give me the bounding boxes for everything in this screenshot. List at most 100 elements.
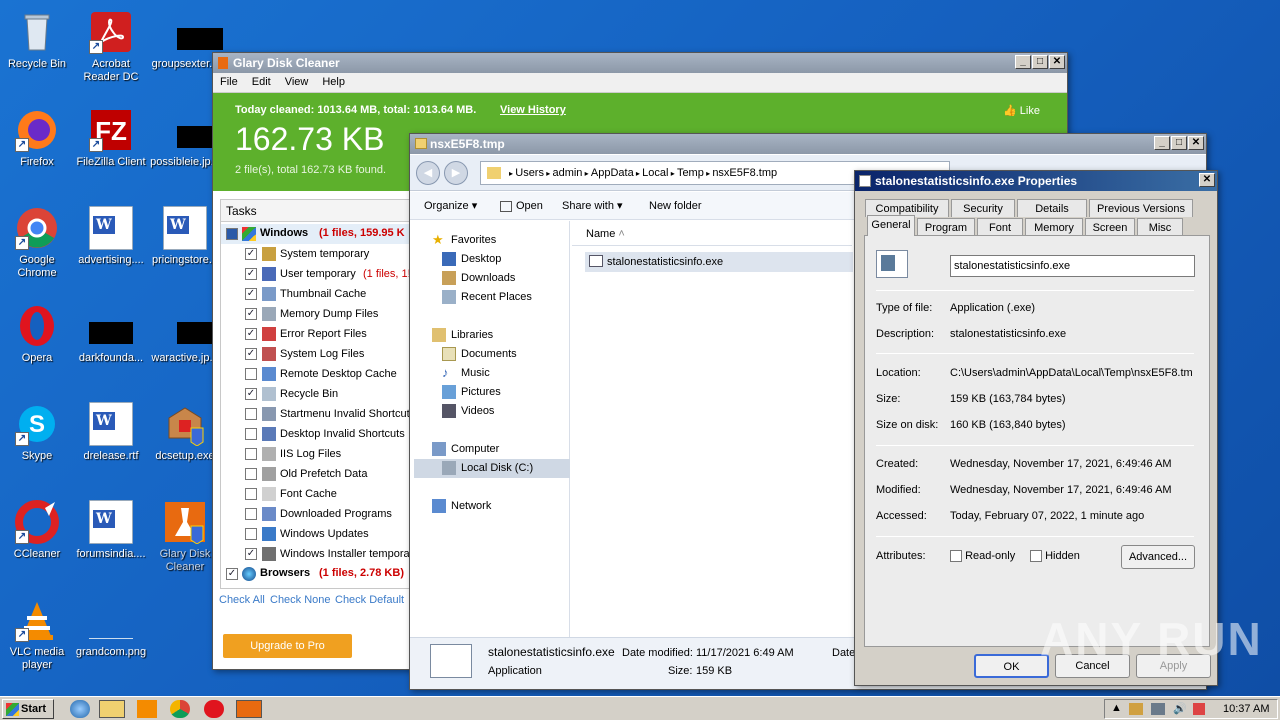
- filename-field[interactable]: stalonestatisticsinfo.exe: [950, 255, 1195, 277]
- task-checkbox[interactable]: [245, 408, 257, 420]
- browsers-group-row[interactable]: ✓ Browsers (1 files, 2.78 KB): [221, 564, 409, 584]
- task-checkbox[interactable]: [245, 528, 257, 540]
- task-checkbox[interactable]: ✓: [245, 328, 257, 340]
- breadcrumb-separator-icon[interactable]: ▸: [582, 169, 590, 178]
- nav-favorites[interactable]: ★ Favorites: [432, 231, 496, 250]
- nav-music[interactable]: ♪ Music: [442, 364, 490, 383]
- tab-general[interactable]: General: [867, 215, 915, 236]
- share-with-button[interactable]: Share with ▾: [562, 192, 623, 220]
- nav-downloads[interactable]: Downloads: [442, 269, 515, 288]
- properties-title-bar[interactable]: stalonestatisticsinfo.exe Properties ✕: [855, 171, 1217, 191]
- tab-screen[interactable]: Screen: [1085, 218, 1135, 236]
- glary-taskbar-icon[interactable]: [236, 700, 262, 718]
- nav-videos[interactable]: Videos: [442, 402, 494, 421]
- breadcrumb-separator-icon[interactable]: ▸: [634, 169, 642, 178]
- task-checkbox[interactable]: ✓: [245, 388, 257, 400]
- action-center-icon[interactable]: [1129, 703, 1143, 715]
- desktop-icon-firefox[interactable]: ↗ Firefox: [0, 102, 74, 192]
- desktop-icon-vlc[interactable]: ↗ VLC media player: [0, 592, 74, 682]
- tab-misc[interactable]: Misc: [1137, 218, 1183, 236]
- volume-icon[interactable]: 🔊: [1173, 702, 1187, 715]
- desktop-icon-pricingstore[interactable]: pricingstore...: [148, 200, 222, 290]
- check-default-link[interactable]: Check Default: [335, 594, 404, 606]
- organize-button[interactable]: Organize ▾: [424, 192, 477, 220]
- task-checkbox[interactable]: ✓: [245, 248, 257, 260]
- menu-file[interactable]: File: [213, 73, 245, 91]
- tab-memory[interactable]: Memory: [1025, 218, 1083, 236]
- task-checkbox[interactable]: [245, 368, 257, 380]
- desktop-icon-grandcom[interactable]: grandcom.png: [74, 592, 148, 682]
- like-button[interactable]: 👍 Like: [1003, 104, 1040, 117]
- nav-network[interactable]: Network: [432, 497, 491, 516]
- close-button[interactable]: ✕: [1049, 55, 1065, 69]
- nav-libraries[interactable]: Libraries: [432, 326, 493, 345]
- desktop-icon-darkfounda[interactable]: darkfounda...: [74, 298, 148, 388]
- menu-help[interactable]: Help: [315, 73, 352, 91]
- browsers-group-checkbox[interactable]: ✓: [226, 568, 238, 580]
- file-row[interactable]: stalonestatisticsinfo.exe: [585, 252, 853, 272]
- new-folder-button[interactable]: New folder: [649, 192, 702, 220]
- maximize-button[interactable]: □: [1171, 136, 1187, 150]
- task-checkbox[interactable]: ✓: [245, 308, 257, 320]
- task-checkbox[interactable]: ✓: [245, 548, 257, 560]
- explorer-taskbar-icon[interactable]: [99, 700, 125, 718]
- windows-group-checkbox[interactable]: [226, 228, 238, 240]
- breadcrumb-item[interactable]: AppData: [591, 167, 634, 179]
- nav-computer[interactable]: Computer: [432, 440, 499, 459]
- breadcrumb-separator-icon[interactable]: ▸: [668, 169, 676, 178]
- menu-edit[interactable]: Edit: [245, 73, 278, 91]
- readonly-checkbox[interactable]: Read-only: [950, 550, 1015, 563]
- task-checkbox[interactable]: [245, 448, 257, 460]
- desktop-icon-drelease[interactable]: drelease.rtf: [74, 396, 148, 486]
- desktop-icon-filezilla[interactable]: FZ ↗ FileZilla Client: [74, 102, 148, 192]
- check-all-link[interactable]: Check All: [219, 594, 265, 606]
- chrome-taskbar-icon[interactable]: [170, 700, 190, 718]
- ie-icon[interactable]: [70, 700, 90, 718]
- desktop-icon-glary[interactable]: Glary Disk Cleaner: [148, 494, 222, 584]
- tab-details[interactable]: Details: [1017, 199, 1087, 217]
- glary-title-bar[interactable]: Glary Disk Cleaner _ □ ✕: [213, 53, 1067, 73]
- task-checkbox[interactable]: ✓: [245, 268, 257, 280]
- breadcrumb-item[interactable]: admin: [552, 167, 582, 179]
- ok-button[interactable]: OK: [974, 654, 1049, 678]
- desktop-icon-ccleaner[interactable]: ↗ CCleaner: [0, 494, 74, 584]
- column-header-name[interactable]: Name ˄: [572, 222, 852, 246]
- breadcrumb-item[interactable]: Users: [515, 167, 544, 179]
- desktop-icon-acrobat[interactable]: ↗ Acrobat Reader DC: [74, 4, 148, 94]
- nav-local-disk[interactable]: Local Disk (C:): [414, 459, 570, 478]
- desktop-icon-skype[interactable]: S ↗ Skype: [0, 396, 74, 486]
- close-button[interactable]: ✕: [1199, 173, 1215, 187]
- upgrade-button[interactable]: Upgrade to Pro: [223, 634, 352, 658]
- clock[interactable]: 10:37 AM: [1223, 703, 1269, 715]
- desktop-icon-recycle-bin[interactable]: Recycle Bin: [0, 4, 74, 94]
- desktop-icon-possibleie[interactable]: possibleie.jp...: [148, 102, 223, 192]
- nav-pictures[interactable]: Pictures: [442, 383, 501, 402]
- explorer-title-bar[interactable]: nsxE5F8.tmp _ □ ✕: [410, 134, 1206, 154]
- task-checkbox[interactable]: [245, 428, 257, 440]
- tab-font[interactable]: Font: [977, 218, 1023, 236]
- menu-view[interactable]: View: [278, 73, 316, 91]
- tab-security[interactable]: Security: [951, 199, 1015, 217]
- task-checkbox[interactable]: ✓: [245, 348, 257, 360]
- task-checkbox[interactable]: ✓: [245, 288, 257, 300]
- opera-taskbar-icon[interactable]: [204, 700, 224, 718]
- advanced-button[interactable]: Advanced...: [1121, 545, 1195, 569]
- desktop-icon-waractive[interactable]: waractive.jp...: [148, 298, 223, 388]
- breadcrumb-item[interactable]: Local: [642, 167, 668, 179]
- open-button[interactable]: Open: [500, 192, 543, 220]
- windows-group-row[interactable]: Windows (1 files, 159.95 K: [221, 224, 409, 244]
- check-none-link[interactable]: Check None: [270, 594, 331, 606]
- desktop-icon-groupsexter[interactable]: groupsexter...: [148, 4, 223, 94]
- view-history-link[interactable]: View History: [500, 104, 566, 116]
- task-checkbox[interactable]: [245, 468, 257, 480]
- hidden-checkbox[interactable]: Hidden: [1030, 550, 1080, 563]
- breadcrumb-item[interactable]: nsxE5F8.tmp: [712, 167, 777, 179]
- media-player-icon[interactable]: [137, 700, 157, 718]
- desktop-icon-opera[interactable]: Opera: [0, 298, 74, 388]
- tab-previous-versions[interactable]: Previous Versions: [1089, 199, 1193, 217]
- network-tray-icon[interactable]: [1151, 703, 1165, 715]
- desktop-icon-chrome[interactable]: ↗ Google Chrome: [0, 200, 74, 290]
- back-button[interactable]: ◀: [416, 161, 440, 185]
- flag-icon[interactable]: [1193, 703, 1205, 715]
- nav-documents[interactable]: Documents: [442, 345, 517, 364]
